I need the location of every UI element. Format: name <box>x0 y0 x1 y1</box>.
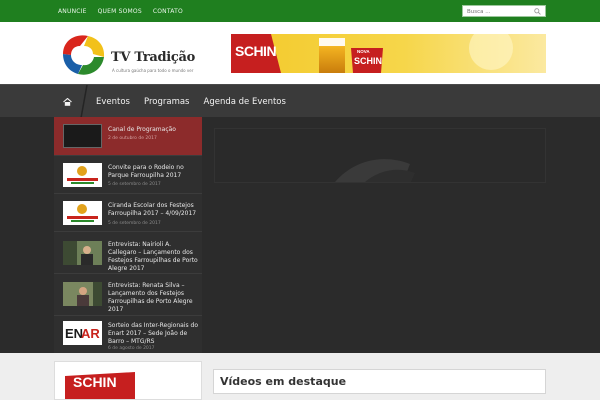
video-thumbnail <box>63 282 102 306</box>
nav-item-agenda[interactable]: Agenda de Eventos <box>204 97 286 107</box>
banner-label: NOVA <box>357 49 370 54</box>
video-title: Sorteio das Inter-Regionais do Enart 201… <box>108 322 199 345</box>
top-links: ANUNCIE QUEM SOMOS CONTATO <box>58 0 194 22</box>
video-thumbnail <box>63 124 102 148</box>
nav-item-eventos[interactable]: Eventos <box>96 97 130 107</box>
nav-links: Eventos Programas Agenda de Eventos <box>96 85 300 118</box>
video-date: 6 de agosto de 2017 <box>108 346 155 351</box>
tv-tradicao-logo[interactable] <box>58 30 108 78</box>
video-title: Entrevista: Renata Silva – Lançamento do… <box>108 282 193 313</box>
featured-videos-header: Vídeos em destaque <box>213 369 546 394</box>
video-thumbnail <box>63 241 102 265</box>
list-item[interactable]: Entrevista: Renata Silva – Lançamento do… <box>54 274 202 316</box>
list-item[interactable]: Canal de Programação 2 de outubro de 201… <box>54 117 202 156</box>
top-link-quem-somos[interactable]: QUEM SOMOS <box>98 8 142 15</box>
main-nav: Eventos Programas Agenda de Eventos <box>0 84 600 118</box>
video-title: Convite para o Rodeio no Parque Farroupi… <box>108 164 184 179</box>
video-title: Canal de Programação <box>108 126 176 133</box>
search-box <box>462 5 546 17</box>
list-item[interactable]: EN AR Sorteio das Inter-Regionais do Enar… <box>54 316 202 353</box>
list-item[interactable]: Entrevista: Nairioli A. Callegaro – Lanç… <box>54 232 202 274</box>
brand-title[interactable]: TV Tradição <box>111 50 195 65</box>
nav-divider <box>80 85 88 118</box>
nav-item-programas[interactable]: Programas <box>144 97 190 107</box>
banner-image <box>231 34 546 73</box>
home-icon <box>62 97 72 106</box>
featured-heading: Vídeos em destaque <box>220 375 347 388</box>
video-date: 5 de setembro de 2017 <box>108 182 161 187</box>
video-date: 2 de outubro de 2017 <box>108 136 157 141</box>
video-player[interactable] <box>214 128 546 183</box>
video-date: 5 de setembro de 2017 <box>108 221 161 226</box>
top-link-contato[interactable]: CONTATO <box>153 8 183 15</box>
video-title: Entrevista: Nairioli A. Callegaro – Lanç… <box>108 241 198 272</box>
home-button[interactable] <box>54 85 80 118</box>
search-input[interactable] <box>467 7 531 16</box>
banner-brand-2: SCHIN <box>354 56 383 66</box>
top-bar: ANUNCIE QUEM SOMOS CONTATO <box>0 0 600 22</box>
banner-brand-1: SCHIN <box>235 43 277 59</box>
brand-tagline: A cultura gaúcha para todo o mundo ver <box>112 68 194 73</box>
video-title: Ciranda Escolar dos Festejos Farroupilha… <box>108 202 197 217</box>
player-watermark <box>335 159 415 182</box>
svg-text:AR: AR <box>81 326 100 341</box>
video-thumbnail <box>63 163 102 187</box>
schin-banner-ad[interactable]: SCHIN NOVA SCHIN <box>231 34 546 73</box>
top-link-anuncie[interactable]: ANUNCIE <box>58 8 87 15</box>
video-thumbnail <box>63 201 102 225</box>
list-item[interactable]: Convite para o Rodeio no Parque Farroupi… <box>54 156 202 194</box>
video-list: Canal de Programação 2 de outubro de 201… <box>54 117 202 353</box>
video-thumbnail: EN AR <box>63 321 102 345</box>
search-icon[interactable] <box>534 8 541 15</box>
list-item[interactable]: Ciranda Escolar dos Festejos Farroupilha… <box>54 194 202 232</box>
ad-brand: SCHIN <box>73 374 117 390</box>
schin-sidebar-ad[interactable]: SCHIN <box>54 361 202 400</box>
